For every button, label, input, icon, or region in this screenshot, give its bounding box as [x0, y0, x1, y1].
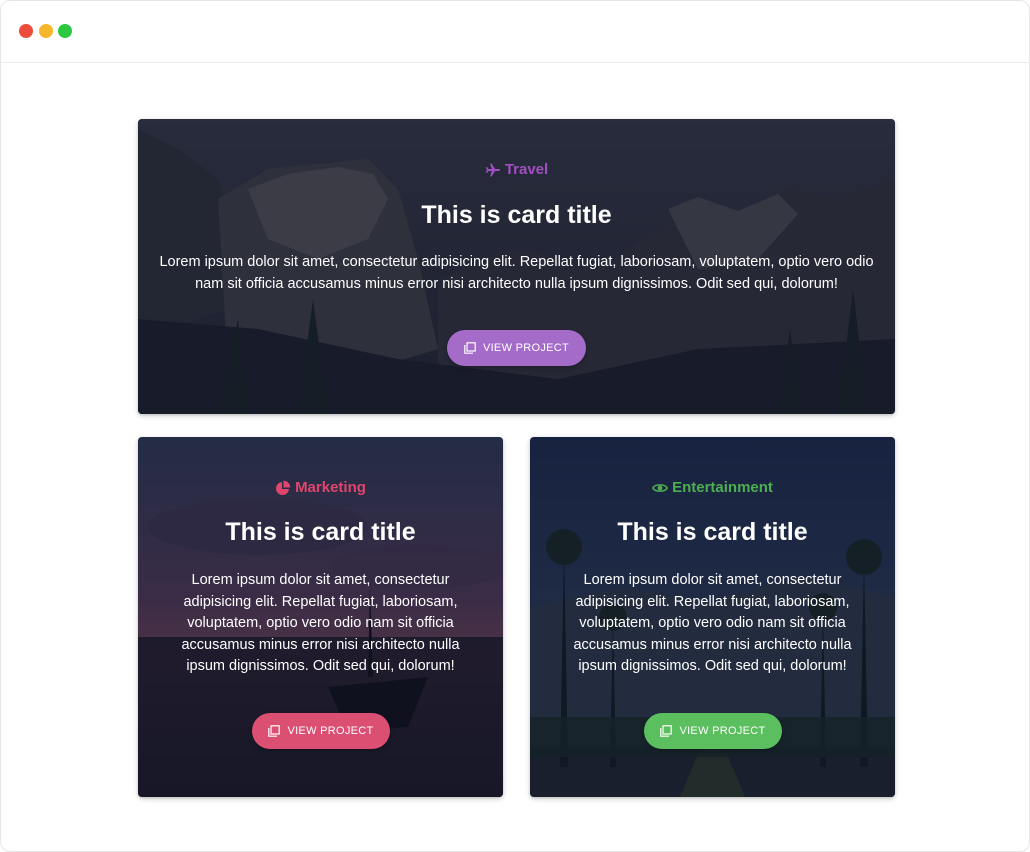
card-text: Lorem ipsum dolor sit amet, consectetur …	[181, 572, 460, 674]
card-marketing: Marketing This is card title Lorem ipsum…	[138, 437, 503, 797]
card-content: Travel This is card title Lorem ipsum do…	[138, 119, 895, 414]
card-title: This is card title	[421, 201, 612, 229]
card-content: Entertainment This is card title Lorem i…	[530, 437, 895, 797]
minimize-window-button[interactable]	[39, 24, 53, 38]
card-content: Marketing This is card title Lorem ipsum…	[138, 437, 503, 797]
category-text: Marketing	[295, 479, 366, 496]
card-text: Lorem ipsum dolor sit amet, consectetur …	[159, 254, 874, 292]
pie-chart-icon	[276, 480, 291, 495]
maximize-window-button[interactable]	[58, 24, 72, 38]
button-label: VIEW PROJECT	[287, 725, 374, 737]
category-label: Entertainment	[530, 479, 895, 497]
button-label: VIEW PROJECT	[482, 342, 570, 354]
category-text: Entertainment	[672, 479, 773, 496]
clone-icon	[660, 725, 673, 737]
close-window-button[interactable]	[19, 24, 33, 38]
category-label: Travel	[138, 161, 895, 179]
clone-icon	[268, 725, 281, 737]
button-label: VIEW PROJECT	[679, 725, 766, 737]
card-entertainment: Entertainment This is card title Lorem i…	[530, 437, 895, 797]
card-text: Lorem ipsum dolor sit amet, consectetur …	[573, 572, 852, 674]
card-title: This is card title	[225, 518, 416, 546]
card-travel: Travel This is card title Lorem ipsum do…	[138, 119, 895, 414]
browser-window: Travel This is card title Lorem ipsum do…	[0, 0, 1030, 852]
category-label: Marketing	[138, 479, 503, 497]
clone-icon	[464, 342, 476, 354]
view-project-button[interactable]: VIEW PROJECT	[447, 330, 586, 366]
plane-icon	[485, 163, 500, 177]
card-title: This is card title	[617, 518, 808, 546]
category-text: Travel	[504, 161, 549, 178]
view-project-button[interactable]: VIEW PROJECT	[644, 713, 782, 749]
window-titlebar	[1, 1, 1029, 63]
eye-icon	[652, 484, 669, 492]
view-project-button[interactable]: VIEW PROJECT	[252, 713, 390, 749]
